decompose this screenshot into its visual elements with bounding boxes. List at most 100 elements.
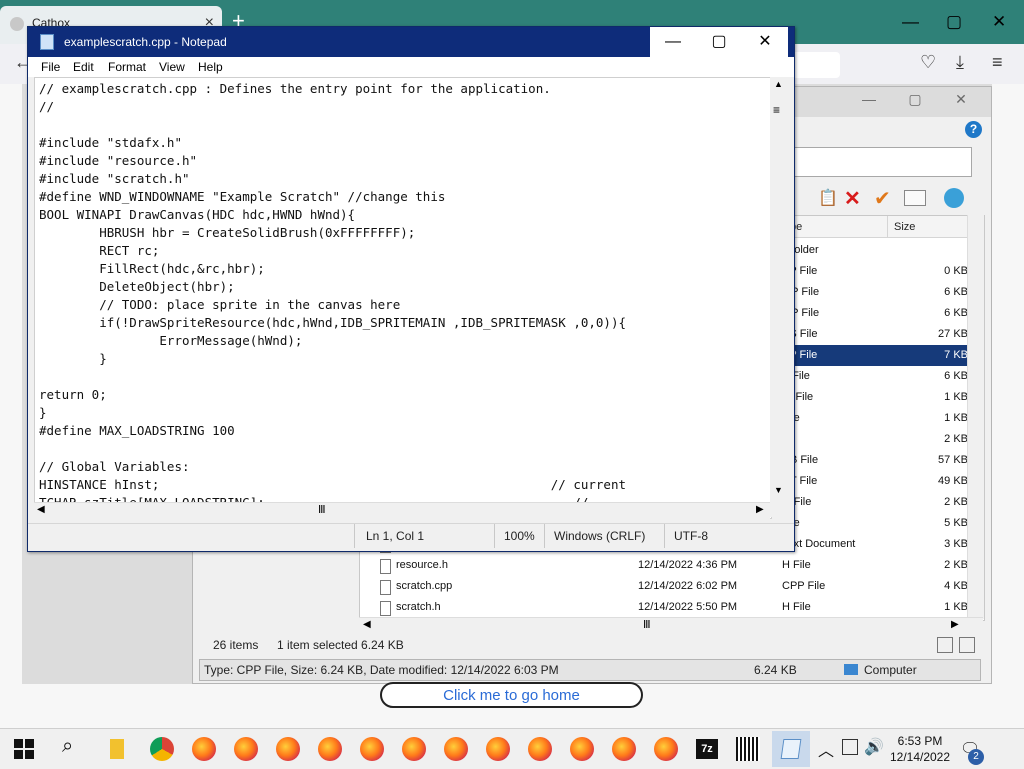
file-size: 4 KB [944,580,968,592]
menu-help[interactable]: Help [198,60,223,74]
chrome-icon[interactable] [150,737,174,761]
menu-format[interactable]: Format [108,60,146,74]
firefox-icon[interactable] [234,737,258,761]
pocket-icon[interactable]: ♡ [920,52,936,73]
file-name: scratch.h [396,601,441,613]
notepad-text[interactable]: // examplescratch.cpp : Defines the entr… [39,80,626,512]
help-icon[interactable]: ? [965,121,982,138]
file-icon [380,601,391,616]
browser-maximize-button[interactable]: ▢ [946,12,962,32]
clock-date: 12/14/2022 [889,750,951,764]
checkmark-icon[interactable]: ✔ [874,186,891,211]
firefox-icon[interactable] [570,737,594,761]
file-name: resource.h [396,559,448,571]
menu-edit[interactable]: Edit [73,60,94,74]
delete-icon[interactable]: ✕ [844,186,861,211]
browser-close-button[interactable]: ✕ [992,12,1006,32]
zoom-level: 100% [504,529,535,543]
file-size: 1 KB [944,601,968,613]
status-separator [544,524,545,548]
file-size: 2 KB [944,496,968,508]
file-size: 3 KB [944,538,968,550]
status-separator [664,524,665,548]
menu-view[interactable]: View [159,60,185,74]
file-size: 49 KB [938,475,968,487]
scroll-right-icon[interactable]: ▶ [951,619,959,630]
scroll-up-icon[interactable]: ▲ [774,79,783,89]
notepad-horizontal-scrollbar[interactable]: ◀ Ⅲ ▶ [34,502,770,520]
firefox-icon[interactable] [612,737,636,761]
file-size: 5 KB [944,517,968,529]
file-size: 2 KB [944,559,968,571]
notepad-maximize-button[interactable]: ▢ [696,27,742,57]
file-type: CPP File [782,580,826,592]
table-row[interactable]: scratch.cpp 12/14/2022 6:02 PM CPP File 4 K… [360,576,968,597]
firefox-icon[interactable] [486,737,510,761]
file-icon [380,559,391,574]
firefox-icon[interactable] [444,737,468,761]
volume-icon[interactable]: 🔊 [864,737,884,757]
firefox-icon[interactable] [192,737,216,761]
scroll-thumb-icon[interactable]: Ⅲ [318,503,326,516]
scroll-left-icon[interactable]: ◀ [37,504,45,515]
file-list-horizontal-scrollbar[interactable]: ◀ Ⅲ ▶ [359,617,983,634]
explorer-address-bar[interactable] [788,147,972,177]
notification-count-badge: 2 [968,749,984,765]
firefox-icon[interactable] [654,737,678,761]
firefox-icon[interactable] [360,737,384,761]
item-count: 26 items [213,638,259,652]
menu-file[interactable]: File [41,60,60,74]
start-windows-icon[interactable] [14,739,34,759]
properties-icon[interactable] [904,190,926,206]
details-view-icon[interactable] [937,637,953,653]
notepad-taskbar-button[interactable] [772,731,810,767]
barcode-icon[interactable] [736,737,760,761]
scroll-left-icon[interactable]: ◀ [363,619,371,630]
chevron-up-icon[interactable]: ︿ [818,737,834,761]
notepad-vertical-scrollbar[interactable]: ▲ ≡ ▼ [770,77,787,517]
7zip-icon[interactable]: 7z [696,739,718,759]
explorer-maximize-button[interactable]: ▢ [895,91,935,108]
line-ending: Windows (CRLF) [554,529,646,543]
firefox-icon[interactable] [276,737,300,761]
large-icons-view-icon[interactable] [959,637,975,653]
explorer-close-button[interactable]: ✕ [941,91,981,108]
explorer-toolbar: 📋 ✕ ✔ [788,184,983,212]
scroll-right-icon[interactable]: ▶ [756,504,764,515]
download-icon[interactable]: ⤓ [956,52,964,73]
computer-icon [844,664,858,675]
search-icon[interactable]: ⌕ [62,735,73,758]
file-size: 6 KB [944,286,968,298]
notepad-title: examplescratch.cpp - Notepad [64,35,227,49]
explorer-minimize-button[interactable]: — [849,91,889,107]
browser-minimize-button[interactable]: — [902,12,919,32]
notepad-window: examplescratch.cpp - Notepad — ▢ ✕ File … [27,26,795,552]
status-separator [354,524,355,548]
firefox-icon[interactable] [402,737,426,761]
file-list-vertical-scrollbar[interactable] [967,215,984,619]
menu-icon[interactable]: ≡ [992,52,1003,73]
scroll-thumb-icon[interactable]: Ⅲ [643,618,651,631]
url-bar[interactable] [790,52,840,78]
notepad-icon [40,34,54,50]
firefox-icon[interactable] [528,737,552,761]
file-explorer-icon[interactable] [110,739,124,759]
notepad-minimize-button[interactable]: — [650,27,696,57]
table-row[interactable]: scratch.h 12/14/2022 5:50 PM H File 1 KB [360,597,968,618]
globe-icon[interactable] [944,188,964,208]
scroll-thumb-icon[interactable]: ≡ [773,103,780,117]
file-size: 1 KB [944,391,968,403]
file-size: 2 KB [944,433,968,445]
scroll-down-icon[interactable]: ▼ [774,485,783,495]
details-info: Type: CPP File, Size: 6.24 KB, Date modi… [204,663,559,677]
network-icon[interactable] [842,739,858,755]
details-size: 6.24 KB [754,663,797,677]
paste-icon[interactable]: 📋 [818,188,838,208]
explorer-status-bar: 26 items 1 item selected 6.24 KB [193,633,991,657]
go-home-button[interactable]: Click me to go home [380,682,643,708]
firefox-icon[interactable] [318,737,342,761]
table-row[interactable]: resource.h 12/14/2022 4:36 PM H File 2 KB [360,555,968,576]
taskbar-clock[interactable]: 6:53 PM 12/14/2022 [888,733,952,765]
notepad-close-button[interactable]: ✕ [742,27,788,57]
notepad-text-area[interactable]: // examplescratch.cpp : Defines the entr… [34,77,772,519]
